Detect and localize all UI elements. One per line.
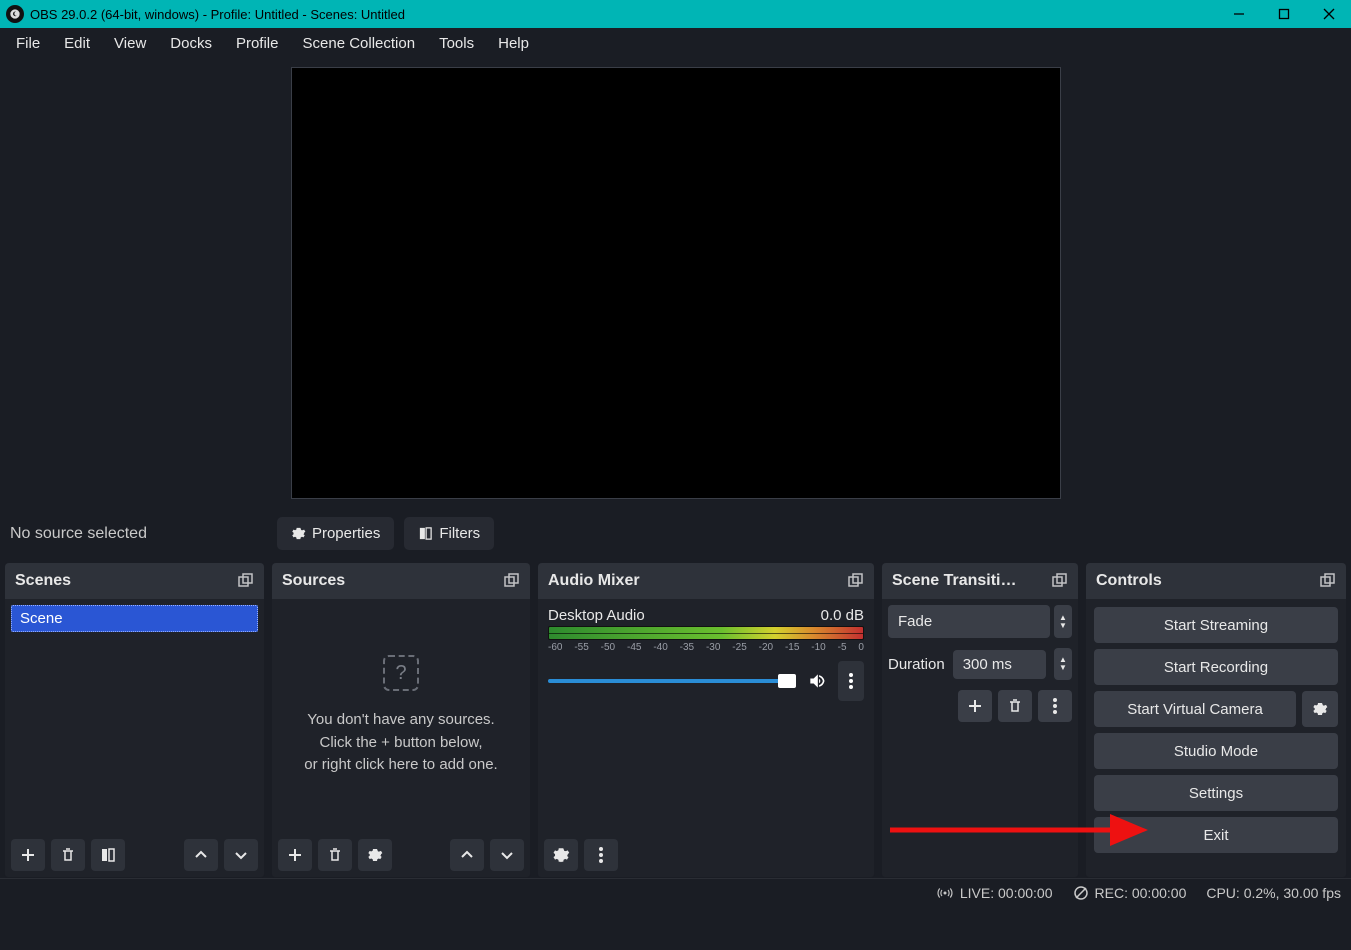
audio-track-db: 0.0 dB	[821, 607, 864, 624]
transition-select[interactable]: Fade	[888, 605, 1050, 638]
sources-empty-line3: or right click here to add one.	[304, 754, 497, 777]
sources-header[interactable]: Sources	[272, 563, 530, 599]
properties-label: Properties	[312, 525, 380, 542]
menu-profile[interactable]: Profile	[224, 31, 291, 56]
menu-docks[interactable]: Docks	[158, 31, 224, 56]
add-scene-button[interactable]	[11, 839, 45, 871]
window-title: OBS 29.0.2 (64-bit, windows) - Profile: …	[30, 7, 405, 22]
audio-ticks: -60 -55 -50 -45 -40 -35 -30 -25 -20 -15 …	[548, 642, 864, 653]
menu-view[interactable]: View	[102, 31, 158, 56]
titlebar: OBS 29.0.2 (64-bit, windows) - Profile: …	[0, 0, 1351, 28]
menubar: File Edit View Docks Profile Scene Colle…	[0, 28, 1351, 58]
preview-canvas[interactable]	[291, 67, 1061, 499]
preview-area	[0, 58, 1351, 508]
scene-item-selected[interactable]: Scene	[11, 605, 258, 632]
sources-footer	[272, 833, 530, 877]
source-up-button[interactable]	[450, 839, 484, 871]
studio-mode-button[interactable]: Studio Mode	[1094, 733, 1338, 769]
status-cpu: CPU: 0.2%, 30.00 fps	[1206, 885, 1341, 901]
remove-source-button[interactable]	[318, 839, 352, 871]
start-streaming-button[interactable]: Start Streaming	[1094, 607, 1338, 643]
sources-dock: Sources ? You don't have any sources. Cl…	[271, 562, 531, 878]
source-properties-button[interactable]	[358, 839, 392, 871]
scene-down-button[interactable]	[224, 839, 258, 871]
audio-track-name: Desktop Audio	[548, 607, 645, 624]
transition-options-button[interactable]	[1038, 690, 1072, 722]
popout-icon[interactable]	[238, 573, 254, 589]
mute-button[interactable]	[804, 668, 830, 694]
scenes-dock: Scenes Scene	[4, 562, 265, 878]
question-icon: ?	[383, 655, 419, 691]
no-source-label: No source selected	[10, 525, 267, 543]
volume-slider[interactable]	[548, 679, 796, 683]
audio-menu-button[interactable]	[584, 839, 618, 871]
filters-button[interactable]: Filters	[404, 517, 494, 550]
settings-button[interactable]: Settings	[1094, 775, 1338, 811]
sources-empty-line1: You don't have any sources.	[307, 709, 494, 732]
properties-button[interactable]: Properties	[277, 517, 394, 550]
remove-transition-button[interactable]	[998, 690, 1032, 722]
record-off-icon	[1073, 885, 1089, 901]
close-button[interactable]	[1306, 0, 1351, 28]
controls-dock: Controls Start Streaming Start Recording…	[1085, 562, 1347, 878]
controls-header[interactable]: Controls	[1086, 563, 1346, 599]
scenes-footer	[5, 833, 264, 877]
source-toolbar: No source selected Properties Filters	[0, 508, 1351, 558]
transitions-header[interactable]: Scene Transiti…	[882, 563, 1078, 599]
minimize-button[interactable]	[1216, 0, 1261, 28]
duration-spinner[interactable]: ▲▼	[1054, 648, 1072, 680]
transitions-dock: Scene Transiti… Fade ▲▼ Duration 300 ms …	[881, 562, 1079, 878]
audio-meter	[548, 626, 864, 640]
source-down-button[interactable]	[490, 839, 524, 871]
app-icon	[6, 5, 24, 23]
remove-scene-button[interactable]	[51, 839, 85, 871]
add-source-button[interactable]	[278, 839, 312, 871]
scene-filter-button[interactable]	[91, 839, 125, 871]
filters-icon	[418, 526, 433, 541]
transitions-title: Scene Transiti…	[892, 572, 1017, 590]
status-rec: REC: 00:00:00	[1073, 885, 1187, 901]
audio-footer	[538, 833, 874, 877]
menu-edit[interactable]: Edit	[52, 31, 102, 56]
status-live: LIVE: 00:00:00	[936, 884, 1053, 902]
audio-mixer-dock: Audio Mixer Desktop Audio 0.0 dB -60 -55…	[537, 562, 875, 878]
menu-scene-collection[interactable]: Scene Collection	[291, 31, 428, 56]
menu-help[interactable]: Help	[486, 31, 541, 56]
popout-icon[interactable]	[1320, 573, 1336, 589]
popout-icon[interactable]	[1052, 573, 1068, 589]
scene-up-button[interactable]	[184, 839, 218, 871]
popout-icon[interactable]	[848, 573, 864, 589]
audio-track: Desktop Audio 0.0 dB -60 -55 -50 -45 -40…	[544, 605, 868, 701]
broadcast-icon	[936, 884, 954, 902]
controls-title: Controls	[1096, 572, 1162, 590]
sources-title: Sources	[282, 572, 345, 590]
audio-advanced-button[interactable]	[544, 839, 578, 871]
gear-icon	[291, 526, 306, 541]
maximize-button[interactable]	[1261, 0, 1306, 28]
docks-area: Scenes Scene Sources ? You don't have an…	[0, 558, 1351, 878]
sources-empty-state[interactable]: ? You don't have any sources. Click the …	[272, 599, 530, 833]
audio-mixer-title: Audio Mixer	[548, 572, 640, 590]
exit-button[interactable]: Exit	[1094, 817, 1338, 853]
menu-tools[interactable]: Tools	[427, 31, 486, 56]
scenes-header[interactable]: Scenes	[5, 563, 264, 599]
menu-file[interactable]: File	[4, 31, 52, 56]
filters-label: Filters	[439, 525, 480, 542]
audio-mixer-header[interactable]: Audio Mixer	[538, 563, 874, 599]
sources-empty-line2: Click the + button below,	[319, 732, 482, 755]
transition-select-spinner[interactable]: ▲▼	[1054, 605, 1072, 638]
statusbar: LIVE: 00:00:00 REC: 00:00:00 CPU: 0.2%, …	[0, 878, 1351, 906]
virtual-camera-settings-button[interactable]	[1302, 691, 1338, 727]
start-virtual-camera-button[interactable]: Start Virtual Camera	[1094, 691, 1296, 727]
duration-input[interactable]: 300 ms	[953, 650, 1046, 679]
duration-label: Duration	[888, 656, 945, 673]
start-recording-button[interactable]: Start Recording	[1094, 649, 1338, 685]
scenes-title: Scenes	[15, 572, 71, 590]
add-transition-button[interactable]	[958, 690, 992, 722]
popout-icon[interactable]	[504, 573, 520, 589]
audio-options-button[interactable]	[838, 661, 864, 701]
